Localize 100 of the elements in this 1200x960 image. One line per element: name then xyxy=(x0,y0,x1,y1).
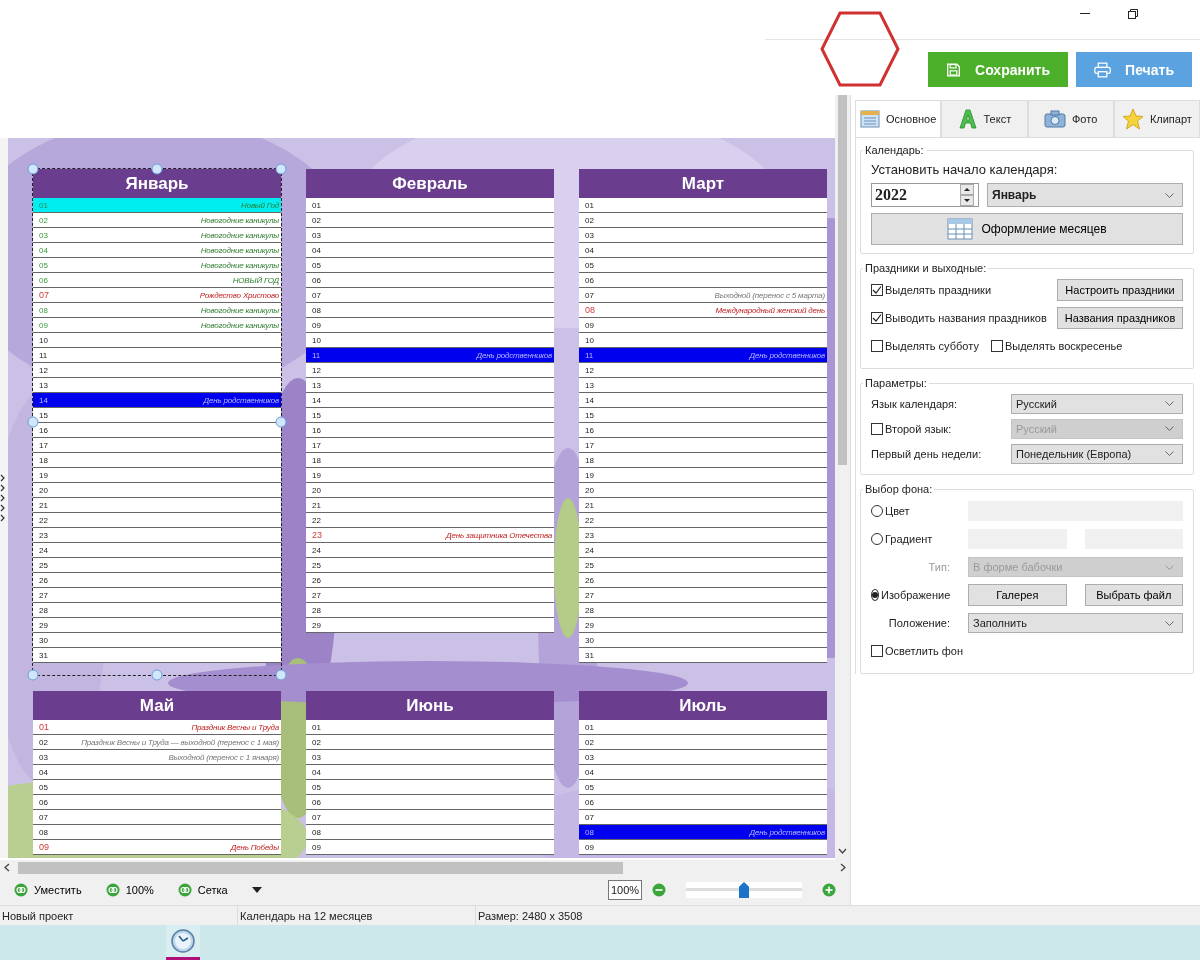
panel-tab[interactable]: Основное xyxy=(855,100,942,137)
day-number: 22 xyxy=(312,515,322,525)
day-number: 23 xyxy=(312,530,323,540)
day-number: 01 xyxy=(39,200,49,210)
day-number: 09 xyxy=(312,842,322,852)
day-number: 28 xyxy=(585,605,595,615)
day-number: 12 xyxy=(312,365,322,375)
group-title: Параметры: xyxy=(864,377,928,389)
holiday-note: НОВЫЙ ГОД xyxy=(232,275,279,285)
day-number: 24 xyxy=(585,545,595,555)
checkbox-label: Второй язык: xyxy=(885,422,952,435)
holiday-note: День родственников xyxy=(749,827,825,837)
dropdown[interactable]: Русский xyxy=(1011,393,1183,414)
day-number: 03 xyxy=(312,752,322,762)
holiday-button[interactable]: Названия праздников xyxy=(1057,307,1183,329)
day-number: 11 xyxy=(39,350,49,360)
resize-handle[interactable] xyxy=(27,416,39,428)
holiday-note: Выходной (перенос с 5 марта) xyxy=(714,290,825,300)
year-field[interactable]: 2022 xyxy=(871,183,979,207)
resize-handle[interactable] xyxy=(275,163,287,175)
day-number: 23 xyxy=(585,530,595,540)
image-button[interactable]: Выбрать файл xyxy=(1084,584,1183,606)
month-header: Июль xyxy=(579,691,827,720)
day-number: 03 xyxy=(39,230,49,240)
taskbar-item[interactable] xyxy=(166,925,200,960)
zoom-in-icon[interactable] xyxy=(822,883,836,897)
holiday-note: Новый Год xyxy=(241,200,279,210)
day-number: 10 xyxy=(312,335,322,345)
restore-icon[interactable] xyxy=(1128,8,1138,19)
day-number: 13 xyxy=(39,380,49,390)
resize-handle[interactable] xyxy=(151,163,163,175)
radio-button[interactable]: Градиент xyxy=(871,533,950,545)
day-number: 07 xyxy=(312,812,322,822)
panel-tab[interactable]: Клипарт xyxy=(1113,100,1200,137)
day-number: 17 xyxy=(39,440,49,450)
month-card[interactable]: Март 01 02 03 04 05 06 07 Выходной (перенос с 5 марта) 08 Международный женский день 09 10 11 День родственников 12 13 14 15 16 17 18 19 20 21 22 23 24 25 26 27 28 29 30 31 xyxy=(578,168,828,664)
day-number: 19 xyxy=(312,470,322,480)
day-number: 02 xyxy=(39,737,49,747)
day-number: 30 xyxy=(585,635,595,645)
day-number: 28 xyxy=(39,605,49,615)
panel-tab[interactable]: Фото xyxy=(1027,100,1114,137)
dropdown[interactable]: Заполнить xyxy=(968,613,1183,633)
holiday-note: День родственников xyxy=(749,350,825,360)
day-number: 15 xyxy=(585,410,595,420)
chevrons-icon[interactable] xyxy=(0,473,6,523)
spinner-icon[interactable] xyxy=(960,184,974,206)
month-card[interactable]: Февраль 01 02 03 04 05 06 07 08 09 10 11 День родственников 12 13 14 15 16 17 18 19 20 21 22 23 День защитника Отечества 24 25 26 27 28 29 xyxy=(305,168,555,634)
scroll-down-icon[interactable] xyxy=(838,848,847,854)
holiday-note: День Победы xyxy=(230,842,279,852)
day-number: 12 xyxy=(585,365,595,375)
view-button[interactable]: Уместить xyxy=(14,883,82,897)
day-number: 17 xyxy=(312,440,322,450)
resize-handle[interactable] xyxy=(275,669,287,681)
day-number: 14 xyxy=(312,395,322,405)
minimize-icon[interactable] xyxy=(1080,12,1090,15)
view-button[interactable]: 100% xyxy=(105,883,154,897)
day-number: 07 xyxy=(39,290,50,300)
scroll-left-icon[interactable] xyxy=(4,863,10,872)
month-card[interactable] xyxy=(26,162,288,682)
holiday-button[interactable]: Настроить праздники xyxy=(1057,279,1183,301)
month-select[interactable]: Январь xyxy=(987,183,1183,207)
zoom-out-icon[interactable] xyxy=(652,883,666,897)
day-number: 23 xyxy=(39,530,49,540)
month-card[interactable]: Май 01 Праздник Весны и Труда 02 Праздник Весны и Труда — выходной (перенос с 1 мая) 03 Выходной (перенос с 1 января) 04 05 06 07 08 09 День Победы xyxy=(32,690,282,856)
day-number: 01 xyxy=(585,200,595,210)
scroll-thumb[interactable] xyxy=(18,861,623,874)
day-number: 17 xyxy=(585,440,595,450)
day-number: 12 xyxy=(39,365,49,375)
scroll-thumb[interactable] xyxy=(838,95,847,465)
holiday-note: Рождество Христово xyxy=(199,290,279,300)
day-number: 01 xyxy=(312,200,322,210)
zoom-field[interactable]: 100% xyxy=(608,880,642,900)
resize-handle[interactable] xyxy=(27,163,39,175)
month-card[interactable]: Июнь 01 02 03 04 05 06 07 08 09 xyxy=(305,690,555,856)
zoom-slider[interactable] xyxy=(686,882,802,898)
design-button[interactable]: Оформление месяцев xyxy=(871,213,1183,245)
image-button[interactable]: Галерея xyxy=(968,584,1067,606)
resize-handle[interactable] xyxy=(151,669,163,681)
day-number: 14 xyxy=(39,395,49,405)
day-number: 25 xyxy=(312,560,322,570)
group-title: Праздники и выходные: xyxy=(864,262,988,274)
day-number: 21 xyxy=(312,500,322,510)
scroll-right-icon[interactable] xyxy=(840,863,846,872)
slider-thumb[interactable] xyxy=(739,882,749,898)
field-label: Язык календаря: xyxy=(871,397,959,410)
day-number: 11 xyxy=(585,350,595,360)
month-card[interactable]: Июль 01 02 03 04 05 06 07 08 День родственников 09 xyxy=(578,690,828,856)
panel-tab[interactable]: Текст xyxy=(941,100,1028,137)
day-number: 07 xyxy=(585,812,595,822)
resize-handle[interactable] xyxy=(275,416,287,428)
dropdown[interactable]: Понедельник (Европа) xyxy=(1011,443,1183,464)
day-number: 10 xyxy=(585,335,595,345)
resize-handle[interactable] xyxy=(27,669,39,681)
day-number: 07 xyxy=(312,290,322,300)
day-number: 06 xyxy=(312,275,322,285)
checkbox[interactable]: Осветлить фон xyxy=(871,645,963,657)
holiday-note: Новогодние каникулы xyxy=(200,260,279,270)
view-button[interactable]: Сетка xyxy=(177,883,228,897)
caret-icon[interactable] xyxy=(251,887,262,893)
radio-button[interactable]: Цвет xyxy=(871,505,950,517)
